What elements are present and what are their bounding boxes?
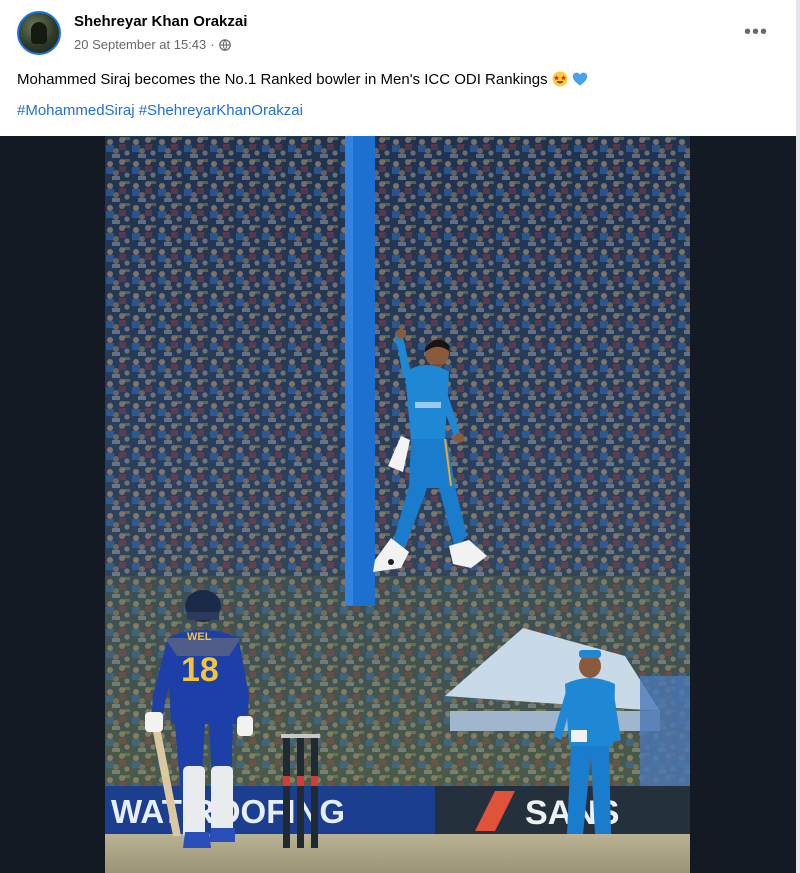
avatar-photo [31, 22, 47, 44]
post-message: Mohammed Siraj becomes the No.1 Ranked b… [17, 71, 548, 88]
cricket-celebration-photo: WAT ROOFING SANS [105, 136, 690, 873]
scrollbar-track[interactable] [796, 0, 800, 873]
globe-icon[interactable] [218, 38, 231, 51]
post-meta: 20 September at 15:43 · [74, 37, 231, 52]
hashtag-link[interactable]: #ShehreyarKhanOrakzai [139, 102, 303, 119]
post-text: Mohammed Siraj becomes the No.1 Ranked b… [17, 68, 787, 92]
post-media: WAT ROOFING SANS [0, 136, 800, 873]
hashtag-link[interactable]: #MohammedSiraj [17, 102, 135, 119]
more-horizontal-icon: ••• [743, 20, 768, 43]
author-name[interactable]: Shehreyar Khan Orakzai [74, 13, 247, 30]
post-header: Shehreyar Khan Orakzai 20 September at 1… [0, 0, 800, 64]
star-struck-emoji [552, 71, 568, 87]
blue-heart-emoji [572, 72, 588, 86]
meta-separator: · [210, 37, 215, 52]
post-timestamp[interactable]: 20 September at 15:43 [74, 37, 206, 52]
author-avatar[interactable] [17, 11, 61, 55]
more-options-button[interactable]: ••• [738, 18, 774, 46]
facebook-post: Shehreyar Khan Orakzai 20 September at 1… [0, 0, 800, 873]
post-hashtags: #MohammedSiraj #ShehreyarKhanOrakzai [17, 99, 303, 123]
jersey-number: 18 [181, 651, 219, 689]
stumps [281, 734, 320, 848]
jersey-name: WEL [187, 631, 212, 643]
post-photo[interactable]: WAT ROOFING SANS [105, 136, 690, 873]
